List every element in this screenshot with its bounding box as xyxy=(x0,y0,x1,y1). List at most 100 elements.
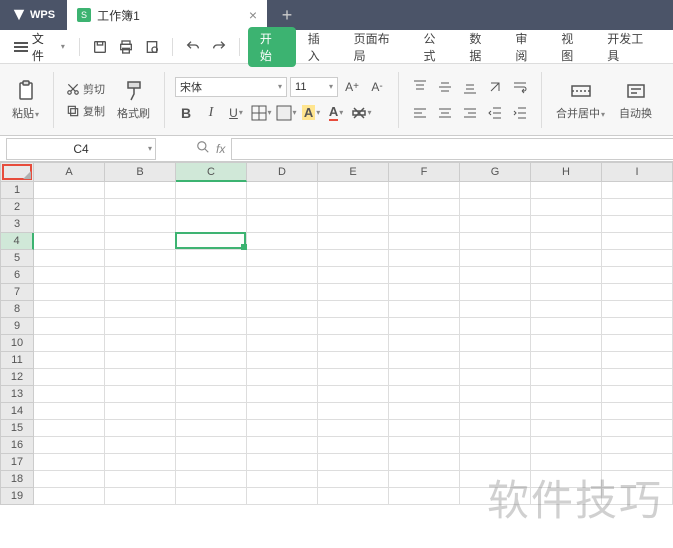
tab-dev-tools[interactable]: 开发工具 xyxy=(597,26,665,68)
italic-button[interactable]: I xyxy=(200,102,222,124)
column-header[interactable]: F xyxy=(389,162,460,182)
cell[interactable] xyxy=(247,352,318,369)
cell[interactable] xyxy=(318,471,389,488)
cell[interactable] xyxy=(247,284,318,301)
align-top-icon[interactable] xyxy=(409,76,431,98)
merge-center-button[interactable]: 合并居中▾ xyxy=(552,77,609,123)
row-header[interactable]: 15 xyxy=(0,420,34,437)
cell[interactable] xyxy=(389,420,460,437)
cell[interactable] xyxy=(389,216,460,233)
cell[interactable] xyxy=(34,437,105,454)
cell[interactable] xyxy=(34,471,105,488)
cell[interactable] xyxy=(602,335,673,352)
cell[interactable] xyxy=(531,233,602,250)
cell[interactable] xyxy=(34,488,105,505)
wrap-text-icon[interactable] xyxy=(509,76,531,98)
cell[interactable] xyxy=(318,386,389,403)
cell[interactable] xyxy=(105,318,176,335)
cell[interactable] xyxy=(247,488,318,505)
cell[interactable] xyxy=(531,488,602,505)
cell[interactable] xyxy=(602,199,673,216)
cell[interactable] xyxy=(247,335,318,352)
bold-button[interactable]: B xyxy=(175,102,197,124)
column-header[interactable]: G xyxy=(460,162,531,182)
cell[interactable] xyxy=(460,335,531,352)
fill-color-button[interactable]: A▾ xyxy=(300,102,322,124)
cell[interactable] xyxy=(602,182,673,199)
cell[interactable] xyxy=(247,199,318,216)
cell[interactable] xyxy=(531,318,602,335)
cell[interactable] xyxy=(389,233,460,250)
row-header[interactable]: 16 xyxy=(0,437,34,454)
cell[interactable] xyxy=(176,318,247,335)
cell[interactable] xyxy=(389,250,460,267)
cell[interactable] xyxy=(105,369,176,386)
cell[interactable] xyxy=(105,386,176,403)
cell[interactable] xyxy=(531,454,602,471)
cell[interactable] xyxy=(531,335,602,352)
cell[interactable] xyxy=(389,284,460,301)
cell[interactable] xyxy=(247,386,318,403)
cell[interactable] xyxy=(318,199,389,216)
cell[interactable] xyxy=(176,199,247,216)
cell[interactable] xyxy=(389,454,460,471)
cell[interactable] xyxy=(176,250,247,267)
cell[interactable] xyxy=(105,335,176,352)
cell[interactable] xyxy=(176,369,247,386)
cell[interactable] xyxy=(34,250,105,267)
cell[interactable] xyxy=(318,216,389,233)
cell[interactable] xyxy=(460,216,531,233)
row-header[interactable]: 8 xyxy=(0,301,34,318)
cell[interactable] xyxy=(531,352,602,369)
zoom-icon[interactable] xyxy=(196,140,210,157)
paste-button[interactable]: 粘贴▾ xyxy=(8,77,43,123)
cell[interactable] xyxy=(531,182,602,199)
cell[interactable] xyxy=(105,267,176,284)
cell[interactable] xyxy=(460,403,531,420)
cell[interactable] xyxy=(389,267,460,284)
cell[interactable] xyxy=(531,301,602,318)
cell[interactable] xyxy=(247,437,318,454)
cell[interactable] xyxy=(176,403,247,420)
cell[interactable] xyxy=(318,369,389,386)
cell[interactable] xyxy=(247,403,318,420)
cell[interactable] xyxy=(531,369,602,386)
cell[interactable] xyxy=(176,216,247,233)
cell[interactable] xyxy=(460,318,531,335)
tab-review[interactable]: 审阅 xyxy=(505,26,549,68)
cell[interactable] xyxy=(389,437,460,454)
align-right-icon[interactable] xyxy=(459,102,481,124)
cell[interactable] xyxy=(460,488,531,505)
row-header[interactable]: 13 xyxy=(0,386,34,403)
cell[interactable] xyxy=(318,420,389,437)
row-header[interactable]: 4 xyxy=(0,233,34,250)
cell[interactable] xyxy=(531,420,602,437)
cell[interactable] xyxy=(105,284,176,301)
file-menu[interactable]: 文件 ▾ xyxy=(8,30,71,64)
row-header[interactable]: 17 xyxy=(0,454,34,471)
cell[interactable] xyxy=(460,369,531,386)
row-header[interactable]: 3 xyxy=(0,216,34,233)
cell[interactable] xyxy=(247,233,318,250)
close-tab-icon[interactable]: × xyxy=(249,7,257,23)
cell[interactable] xyxy=(105,301,176,318)
cell[interactable] xyxy=(389,471,460,488)
decrease-indent-icon[interactable] xyxy=(484,102,506,124)
row-header[interactable]: 7 xyxy=(0,284,34,301)
tab-formula[interactable]: 公式 xyxy=(414,26,458,68)
cell[interactable] xyxy=(34,352,105,369)
cell[interactable] xyxy=(531,471,602,488)
cell[interactable] xyxy=(460,420,531,437)
cell[interactable] xyxy=(602,437,673,454)
cell[interactable] xyxy=(34,454,105,471)
tab-page-layout[interactable]: 页面布局 xyxy=(344,26,412,68)
cell[interactable] xyxy=(247,301,318,318)
row-header[interactable]: 19 xyxy=(0,488,34,505)
cell[interactable] xyxy=(318,267,389,284)
cell[interactable] xyxy=(105,437,176,454)
cell[interactable] xyxy=(602,233,673,250)
align-left-icon[interactable] xyxy=(409,102,431,124)
redo-icon[interactable] xyxy=(207,35,231,59)
cell[interactable] xyxy=(34,318,105,335)
cell[interactable] xyxy=(602,454,673,471)
